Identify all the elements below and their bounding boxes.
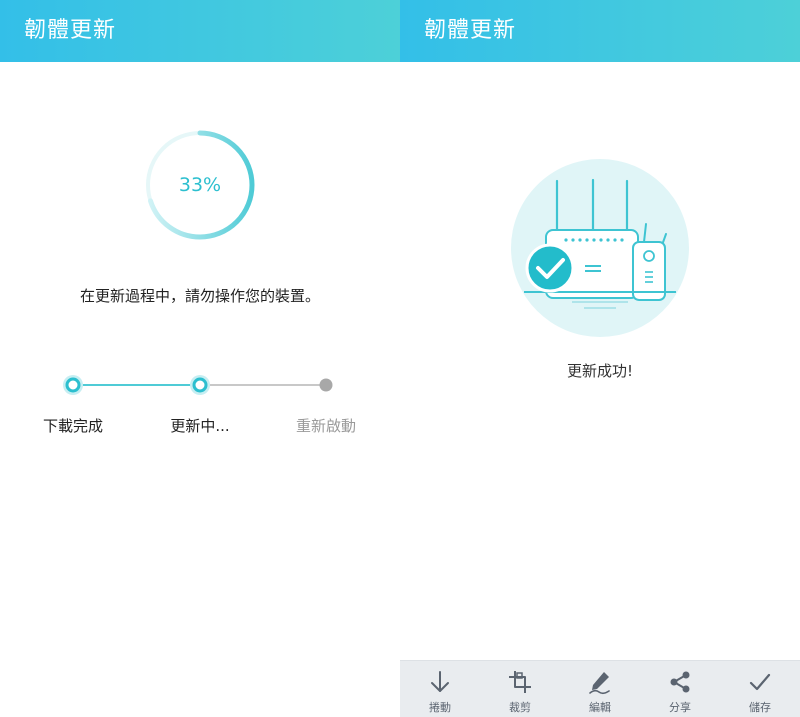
scroll-capture-label: 捲動 <box>429 701 451 714</box>
header-title: 韌體更新 <box>424 18 517 43</box>
edit-button[interactable]: 編輯 <box>560 661 640 717</box>
step-label-reboot: 重新啟動 <box>295 417 356 435</box>
step-dot-updating <box>190 375 210 395</box>
success-message: 更新成功! <box>566 362 633 380</box>
header-title: 韌體更新 <box>24 18 117 43</box>
update-notice: 在更新過程中，請勿操作您的裝置。 <box>79 287 320 305</box>
firmware-update-progress-screen: 韌體更新 33% 在更新過程中，請勿操作您的裝置。 下載完成 更新中... 重新… <box>0 0 400 716</box>
check-icon <box>749 673 771 691</box>
share-label: 分享 <box>669 701 691 714</box>
progress-percent: 33% <box>178 174 222 196</box>
router-success-illustration <box>511 159 689 337</box>
step-indicator <box>63 375 333 395</box>
screenshot-toolbar: 捲動 裁剪 編輯 分享 儲存 <box>400 660 800 717</box>
save-label: 儲存 <box>749 701 771 714</box>
step-dot-download <box>63 375 83 395</box>
crop-label: 裁剪 <box>509 701 531 714</box>
firmware-update-success-screen: 韌體更新 <box>400 0 800 716</box>
header-bar: 韌體更新 <box>400 0 800 62</box>
crop-icon <box>509 671 531 693</box>
header-bar: 韌體更新 <box>0 0 400 62</box>
arrow-down-icon <box>431 671 449 692</box>
share-icon <box>670 671 690 693</box>
crop-button[interactable]: 裁剪 <box>480 661 560 717</box>
save-button[interactable]: 儲存 <box>720 661 800 717</box>
edit-label: 編輯 <box>589 701 611 714</box>
step-label-download: 下載完成 <box>42 417 103 435</box>
scroll-capture-button[interactable]: 捲動 <box>400 661 480 717</box>
step-label-updating: 更新中... <box>170 417 230 435</box>
success-check-icon <box>525 243 575 293</box>
share-button[interactable]: 分享 <box>640 661 720 717</box>
pen-icon <box>589 672 610 695</box>
step-dot-reboot <box>319 378 333 392</box>
